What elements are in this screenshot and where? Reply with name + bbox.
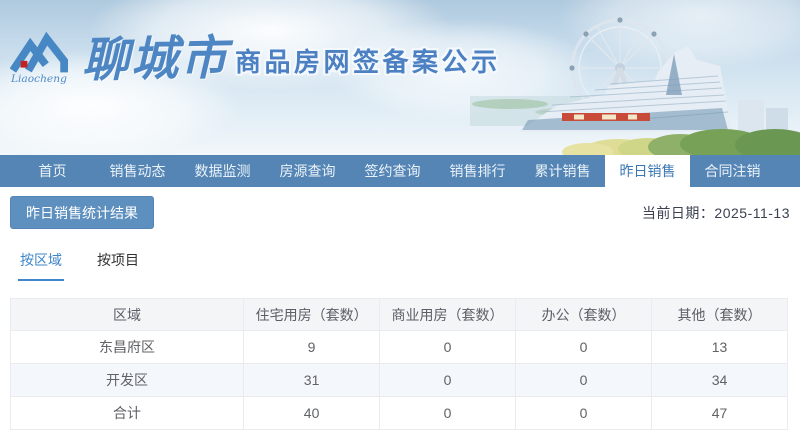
nav-item-data-monitor[interactable]: 数据监测 <box>180 155 265 187</box>
column-header-residential: 住宅用房（套数） <box>243 298 381 331</box>
cell-region: 合计 <box>9 396 245 430</box>
site-brand: Liaocheng 聊城市 商品房网签备案公示 <box>10 26 501 89</box>
nav-item-contract-query[interactable]: 签约查询 <box>350 155 435 187</box>
sales-by-region-table: 区域 住宅用房（套数） 商业用房（套数） 办公（套数） 其他（套数） 东昌府区 … <box>9 298 788 430</box>
cell-other: 34 <box>651 363 788 397</box>
column-header-other: 其他（套数） <box>651 298 788 331</box>
cell-office: 0 <box>515 363 652 397</box>
nav-item-cumulative-sales[interactable]: 累计销售 <box>520 155 605 187</box>
nav-item-sales-ranking[interactable]: 销售排行 <box>435 155 520 187</box>
cell-region: 开发区 <box>9 363 245 397</box>
nav-item-yesterday-sales[interactable]: 昨日销售 <box>605 155 690 187</box>
cell-office: 0 <box>515 396 652 430</box>
table-row: 开发区 31 0 0 34 <box>9 363 788 397</box>
cell-office: 0 <box>515 330 652 364</box>
cell-region: 东昌府区 <box>9 330 245 364</box>
site-banner: Liaocheng 聊城市 商品房网签备案公示 <box>0 0 800 155</box>
site-title-main: 商品房网签备案公示 <box>235 47 501 77</box>
ferris-wheel-building-illustration <box>470 17 800 155</box>
nav-item-contract-cancel[interactable]: 合同注销 <box>690 155 775 187</box>
cell-other: 47 <box>651 396 788 430</box>
current-date-label: 当前日期： <box>641 204 715 221</box>
site-title-script: 聊城市 <box>81 30 230 89</box>
nav-item-home[interactable]: 首页 <box>10 155 95 187</box>
table-row-total: 合计 40 0 0 47 <box>9 396 788 430</box>
liaocheng-logo-m-icon: Liaocheng <box>10 31 68 85</box>
cell-commercial: 0 <box>379 363 517 397</box>
column-header-office: 办公（套数） <box>515 298 652 331</box>
main-content: 昨日销售统计结果 当前日期：2025-11-13 按区域 按项目 区域 住宅用房… <box>0 196 800 430</box>
current-date: 当前日期：2025-11-13 <box>642 203 790 223</box>
cell-residential: 31 <box>243 363 381 397</box>
yesterday-sales-result-button[interactable]: 昨日销售统计结果 <box>10 196 154 229</box>
cell-commercial: 0 <box>379 330 517 364</box>
tab-by-region[interactable]: 按区域 <box>18 248 64 281</box>
cell-commercial: 0 <box>379 396 517 430</box>
toolbar-row: 昨日销售统计结果 当前日期：2025-11-13 <box>10 196 790 229</box>
cell-residential: 40 <box>243 396 381 430</box>
current-date-value: 2025-11-13 <box>714 204 790 221</box>
nav-item-sales-dynamics[interactable]: 销售动态 <box>95 155 180 187</box>
logo-text: Liaocheng <box>10 72 67 85</box>
cell-other: 13 <box>651 330 788 364</box>
cell-residential: 9 <box>243 330 381 364</box>
column-header-region: 区域 <box>9 298 245 331</box>
column-header-commercial: 商业用房（套数） <box>379 298 517 331</box>
view-tabs: 按区域 按项目 <box>18 248 790 281</box>
table-row: 东昌府区 9 0 0 13 <box>9 330 788 364</box>
nav-item-housing-query[interactable]: 房源查询 <box>265 155 350 187</box>
table-header-row: 区域 住宅用房（套数） 商业用房（套数） 办公（套数） 其他（套数） <box>9 298 788 331</box>
main-nav: 首页 销售动态 数据监测 房源查询 签约查询 销售排行 累计销售 昨日销售 合同… <box>0 155 800 187</box>
tab-by-project[interactable]: 按项目 <box>95 248 141 281</box>
